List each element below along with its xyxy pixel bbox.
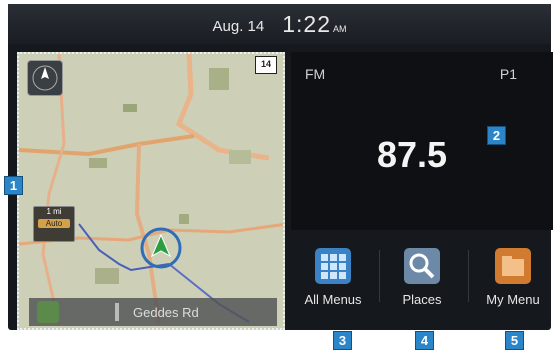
scale-mode: Auto [38,219,70,228]
head-unit-screen: Aug. 14 1:22 AM 14 1 mi Auto Geddes Rd F… [8,4,553,330]
navigation-map[interactable]: 14 1 mi Auto Geddes Rd [17,52,285,330]
folder-icon [495,248,531,284]
my-menu-label: My Menu [486,292,540,307]
all-menus-button[interactable]: All Menus [294,240,372,312]
my-menu-button[interactable]: My Menu [474,240,552,312]
callout-5: 5 [505,331,524,350]
compass-icon[interactable] [27,60,63,96]
current-road-name: Geddes Rd [133,304,199,320]
callout-2: 2 [487,126,506,145]
callout-1: 1 [4,176,23,195]
divider [468,250,469,302]
status-bar: Aug. 14 1:22 AM [8,4,551,44]
home-icon[interactable] [37,301,59,323]
scale-distance: 1 mi [46,207,62,216]
radio-preset: P1 [499,66,517,82]
status-time: 1:22 [282,10,331,37]
radio-band: FM [305,66,326,82]
current-road-bar: Geddes Rd [29,298,277,326]
places-button[interactable]: Places [383,240,461,312]
grid-icon [315,248,351,284]
callout-4: 4 [415,331,434,350]
radio-widget[interactable]: FM P1 87.5 [291,52,553,230]
radio-frequency: 87.5 [377,134,448,175]
divider [115,303,119,321]
search-icon [404,248,440,284]
highway-shield-icon: 14 [255,56,277,74]
status-date: Aug. 14 [212,17,265,35]
map-scale[interactable]: 1 mi Auto [33,206,75,242]
status-ampm: AM [332,24,347,34]
divider [379,250,380,302]
places-label: Places [402,292,442,307]
callout-3: 3 [333,331,352,350]
all-menus-label: All Menus [304,292,362,307]
